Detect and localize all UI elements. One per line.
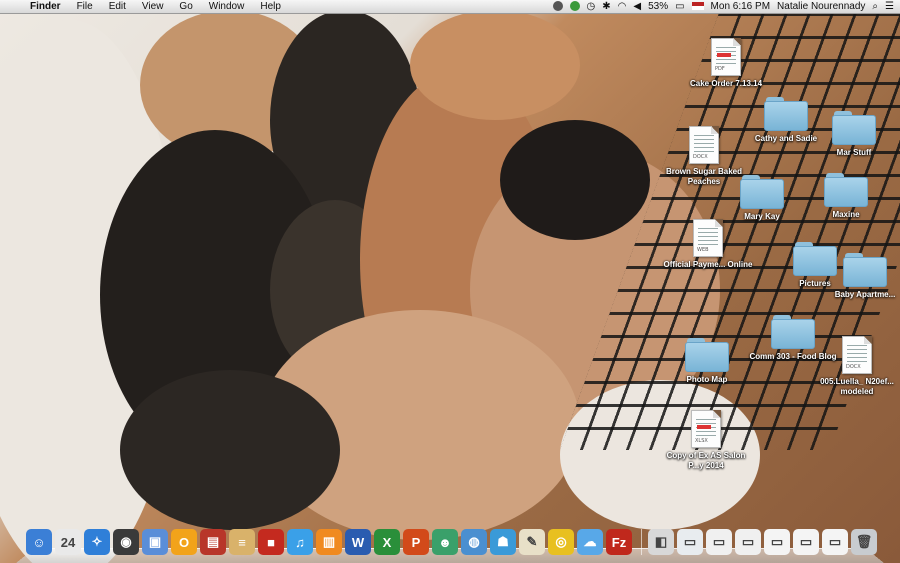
dock-downloads-4-icon[interactable]: ▭ <box>764 529 790 555</box>
desktop-folder-maxine[interactable]: Maxine <box>801 173 891 220</box>
menu-app-name[interactable]: Finder <box>22 0 69 14</box>
icon-label: Official Payme... Online <box>663 260 753 269</box>
dock-filezilla-icon[interactable]: Fz <box>606 529 632 555</box>
icon-label: Photo Map <box>686 375 728 384</box>
folder-icon <box>685 338 729 372</box>
user-name[interactable]: Natalie Nourennady <box>777 0 865 14</box>
document-icon: PDF <box>711 38 741 76</box>
dock-finder-icon[interactable]: ☺ <box>26 529 52 555</box>
dock-webcam-icon[interactable]: ◉ <box>113 529 139 555</box>
input-flag-icon[interactable] <box>691 0 704 14</box>
dock-downloads-3-icon[interactable]: ▭ <box>735 529 761 555</box>
dock-contacts-icon[interactable]: ☗ <box>490 529 516 555</box>
document-icon: DOCX <box>842 336 872 374</box>
battery-icon[interactable]: ▭ <box>675 0 684 14</box>
dock-notes-icon[interactable]: ≡ <box>229 529 255 555</box>
desktop-folder-photo-map[interactable]: Photo Map <box>662 338 752 385</box>
desktop-file-luella[interactable]: DOCX 005.Luella_ N20ef... modeled <box>812 336 900 397</box>
menu-view[interactable]: View <box>134 0 172 14</box>
dock-messenger-icon[interactable]: ☻ <box>432 529 458 555</box>
folder-icon <box>843 253 887 287</box>
dock-word-icon[interactable]: W <box>345 529 371 555</box>
dock-chat-icon[interactable]: ☁ <box>577 529 603 555</box>
dock-globe-icon[interactable]: ◍ <box>461 529 487 555</box>
dock-downloads-6-icon[interactable]: ▭ <box>822 529 848 555</box>
spotlight-icon[interactable]: ⌕ <box>872 0 878 14</box>
dock-separator <box>641 529 642 555</box>
dock-items: ☺ 24 ✧ ◉ ▣ O ▤ ≡ ■ ♫ ▥ W X P ☻ ◍ ☗ ✎ ◎ ☁ Fz ◧ ▭ ▭ ▭ ▭ ▭ ▭ 🗑 <box>26 529 880 555</box>
menu-help[interactable]: Help <box>252 0 289 14</box>
dock-trash-icon[interactable]: 🗑 <box>851 529 877 555</box>
menu-file[interactable]: File <box>69 0 101 14</box>
dock-network-icon[interactable]: ◎ <box>548 529 574 555</box>
menu-bar: Finder File Edit View Go Window Help ◷ ✱… <box>0 0 900 14</box>
icon-label: Baby Apartme... <box>834 290 896 299</box>
dock-downloads-1-icon[interactable]: ▭ <box>677 529 703 555</box>
icon-label: Mar Stuff <box>836 148 872 157</box>
volume-icon[interactable]: ◀ <box>633 0 641 14</box>
menu-go[interactable]: Go <box>171 0 200 14</box>
dock-photobooth2-icon[interactable]: ■ <box>258 529 284 555</box>
menu-window[interactable]: Window <box>201 0 253 14</box>
icon-label: Cathy and Sadie <box>754 134 818 143</box>
wifi-icon[interactable]: ◠ <box>618 0 627 14</box>
folder-icon <box>764 97 808 131</box>
desktop-folder-mary-kay[interactable]: Mary Kay <box>717 175 807 222</box>
dock-photo-stack-icon[interactable]: ◧ <box>648 529 674 555</box>
dock-ibooks-icon[interactable]: ▥ <box>316 529 342 555</box>
icon-label: Maxine <box>832 210 860 219</box>
time-machine-icon[interactable]: ◷ <box>587 0 596 14</box>
battery-percent[interactable]: 53% <box>648 0 668 14</box>
dock-textedit-icon[interactable]: ✎ <box>519 529 545 555</box>
icon-label: Cake Order 7.13.14 <box>689 79 763 88</box>
dock-powerpoint-icon[interactable]: P <box>403 529 429 555</box>
folder-icon <box>740 175 784 209</box>
sync-icon[interactable] <box>569 0 580 14</box>
dock-itunes-icon[interactable]: ♫ <box>287 529 313 555</box>
notifications-icon[interactable]: ☰ <box>885 0 894 14</box>
icon-label: 005.Luella_ N20ef... modeled <box>820 377 894 396</box>
desktop-folder-baby-apartment[interactable]: Baby Apartme... <box>820 253 900 300</box>
menu-edit[interactable]: Edit <box>101 0 134 14</box>
evernote-icon[interactable] <box>552 0 563 14</box>
folder-icon <box>771 315 815 349</box>
dock-preview-icon[interactable]: ▣ <box>142 529 168 555</box>
folder-icon <box>832 111 876 145</box>
dock: ☺ 24 ✧ ◉ ▣ O ▤ ≡ ■ ♫ ▥ W X P ☻ ◍ ☗ ✎ ◎ ☁ Fz ◧ ▭ ▭ ▭ ▭ ▭ ▭ 🗑 <box>16 527 884 563</box>
document-icon: WEB <box>693 219 723 257</box>
dock-calendar-icon[interactable]: 24 <box>55 529 81 555</box>
folder-icon <box>824 173 868 207</box>
status-area: ◷ ✱ ◠ ◀ 53% ▭ Mon 6:16 PM Natalie Nouren… <box>546 0 900 14</box>
dock-downloads-2-icon[interactable]: ▭ <box>706 529 732 555</box>
desktop-folder-mar-stuff[interactable]: Mar Stuff <box>809 111 899 158</box>
icon-label: Copy of Ex AS Salon P...y 2014 <box>666 451 746 470</box>
document-icon: DOCX <box>689 126 719 164</box>
dock-excel-icon[interactable]: X <box>374 529 400 555</box>
desktop-file-salon-copy[interactable]: XLSX Copy of Ex AS Salon P...y 2014 <box>661 410 751 471</box>
dock-downloads-5-icon[interactable]: ▭ <box>793 529 819 555</box>
document-icon: XLSX <box>691 410 721 448</box>
dock-safari-icon[interactable]: ✧ <box>84 529 110 555</box>
desktop-file-official-payment[interactable]: WEB Official Payme... Online <box>663 219 753 270</box>
desktop-file-cake-order[interactable]: PDF Cake Order 7.13.14 <box>681 38 771 89</box>
dock-photo-booth-icon[interactable]: ▤ <box>200 529 226 555</box>
dock-outlook-icon[interactable]: O <box>171 529 197 555</box>
clock[interactable]: Mon 6:16 PM <box>711 0 770 14</box>
bluetooth-icon[interactable]: ✱ <box>602 0 610 14</box>
